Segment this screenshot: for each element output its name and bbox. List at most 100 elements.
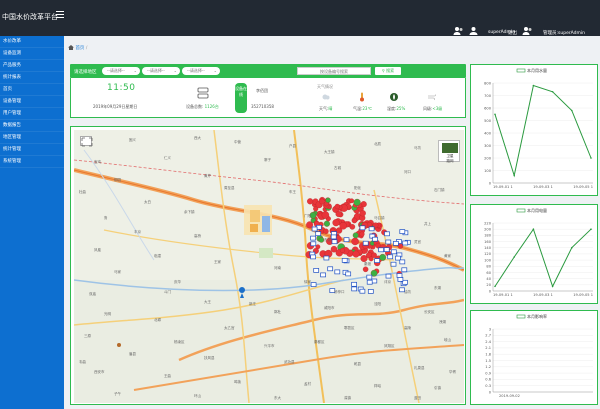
- device-marker[interactable]: [310, 241, 317, 247]
- device-marker[interactable]: [399, 259, 406, 265]
- device-marker[interactable]: [359, 225, 366, 231]
- sidebar-item[interactable]: 水价改革: [0, 36, 64, 48]
- device-marker[interactable]: [343, 237, 350, 243]
- search-button[interactable]: ⚲ 搜索: [375, 67, 401, 75]
- device-marker[interactable]: [327, 266, 334, 272]
- menu-icon[interactable]: [56, 11, 64, 18]
- users-icon[interactable]: [453, 26, 464, 35]
- device-marker[interactable]: [313, 268, 320, 273]
- device-marker[interactable]: [323, 255, 330, 261]
- device-marker[interactable]: [385, 239, 392, 245]
- device-marker[interactable]: [396, 273, 403, 278]
- sidebar-item[interactable]: 地区管理: [0, 132, 64, 144]
- device-marker[interactable]: [325, 197, 331, 203]
- sidebar-item[interactable]: 首页: [0, 84, 64, 96]
- device-marker[interactable]: [307, 198, 314, 205]
- user-icon[interactable]: [468, 26, 479, 35]
- device-marker[interactable]: [330, 234, 337, 240]
- device-marker[interactable]: [349, 198, 355, 204]
- province-select[interactable]: --请选择-- ⌄: [102, 67, 140, 75]
- device-marker[interactable]: [393, 241, 399, 246]
- device-marker[interactable]: [390, 261, 397, 267]
- device-marker[interactable]: [353, 198, 361, 206]
- device-marker[interactable]: [401, 267, 408, 273]
- map-place-label: 宝鸡: [94, 160, 101, 164]
- device-marker[interactable]: [384, 231, 390, 237]
- y-tick-label: 0.9: [485, 371, 491, 375]
- device-marker[interactable]: [315, 231, 322, 237]
- device-marker[interactable]: [399, 229, 406, 234]
- device-marker[interactable]: [321, 211, 330, 219]
- device-marker[interactable]: [310, 282, 317, 287]
- device-marker[interactable]: [374, 258, 380, 263]
- device-marker[interactable]: [366, 274, 373, 280]
- device-marker[interactable]: [334, 269, 341, 275]
- device-marker[interactable]: [368, 256, 374, 262]
- online-badge[interactable]: 设备在线: [235, 83, 247, 113]
- device-marker[interactable]: [360, 255, 368, 262]
- device-marker[interactable]: [378, 247, 384, 253]
- device-marker[interactable]: [351, 286, 358, 292]
- device-marker[interactable]: [367, 289, 374, 294]
- sidebar-item[interactable]: 设备管理: [0, 96, 64, 108]
- device-marker[interactable]: [352, 250, 360, 258]
- device-marker[interactable]: [359, 210, 366, 217]
- region-label: 请选择地区: [74, 69, 97, 75]
- device-marker[interactable]: [383, 247, 390, 252]
- sidebar-item[interactable]: 产品服务: [0, 60, 64, 72]
- device-marker[interactable]: [395, 255, 401, 261]
- device-marker[interactable]: [334, 203, 340, 210]
- device-marker[interactable]: [387, 254, 394, 260]
- device-search-input[interactable]: 按设备编号搜索: [297, 67, 371, 75]
- device-marker[interactable]: [331, 239, 338, 245]
- home-icon[interactable]: [68, 45, 74, 50]
- map[interactable]: 卫星 路网 固义 西大 中营 户县 大王镇 北辰 马坊 宝鸡 仁义 寨子 古城 河口 柳园 黄芹 周至县 车王…: [74, 130, 464, 403]
- device-marker[interactable]: [351, 281, 357, 287]
- device-marker[interactable]: [379, 253, 387, 261]
- sidebar-item[interactable]: 统计报表: [0, 72, 64, 84]
- city-select[interactable]: --请选择-- ⌄: [142, 67, 180, 75]
- device-marker[interactable]: [368, 226, 375, 232]
- device-marker[interactable]: [359, 231, 365, 237]
- device-marker[interactable]: [345, 271, 352, 277]
- device-marker[interactable]: [339, 247, 346, 253]
- device-marker[interactable]: [323, 220, 330, 227]
- device-marker[interactable]: [339, 222, 347, 230]
- county-select[interactable]: --请选择-- ⌄: [182, 67, 220, 75]
- device-marker[interactable]: [385, 273, 392, 279]
- device-marker[interactable]: [351, 217, 358, 224]
- sidebar-item[interactable]: 数据报告: [0, 120, 64, 132]
- device-marker[interactable]: [366, 279, 373, 285]
- device-marker[interactable]: [311, 226, 318, 232]
- device-marker[interactable]: [352, 232, 359, 239]
- sidebar-item[interactable]: 系统管理: [0, 156, 64, 168]
- device-marker[interactable]: [332, 219, 340, 227]
- device-marker[interactable]: [349, 224, 356, 230]
- device-marker[interactable]: [402, 240, 409, 246]
- device-marker[interactable]: [362, 240, 369, 246]
- y-tick-label: 400: [484, 131, 492, 135]
- satellite-toggle[interactable]: 卫星 路网: [438, 140, 460, 163]
- device-marker[interactable]: [341, 258, 348, 263]
- device-marker[interactable]: [319, 198, 325, 205]
- sidebar-item[interactable]: 用户管理: [0, 108, 64, 120]
- device-marker[interactable]: [362, 266, 369, 273]
- breadcrumb-home[interactable]: 首页: [75, 46, 84, 51]
- sidebar-item[interactable]: 统计管理: [0, 144, 64, 156]
- device-marker[interactable]: [359, 288, 366, 294]
- device-marker[interactable]: [310, 235, 316, 241]
- map-place-label: 黄家: [444, 254, 451, 258]
- map-place-label: 河南: [274, 266, 281, 270]
- device-marker[interactable]: [372, 236, 378, 242]
- device-marker[interactable]: [320, 272, 326, 278]
- sidebar-item[interactable]: 设备监测: [0, 48, 64, 60]
- device-marker[interactable]: [310, 254, 316, 260]
- device-marker[interactable]: [397, 277, 404, 282]
- device-marker[interactable]: [390, 249, 397, 255]
- device-marker[interactable]: [323, 228, 329, 234]
- device-marker[interactable]: [335, 210, 342, 218]
- device-marker[interactable]: [402, 279, 408, 285]
- map-place-label: 高陵: [404, 326, 411, 330]
- map-expand-button[interactable]: [80, 136, 93, 147]
- device-marker[interactable]: [351, 237, 359, 246]
